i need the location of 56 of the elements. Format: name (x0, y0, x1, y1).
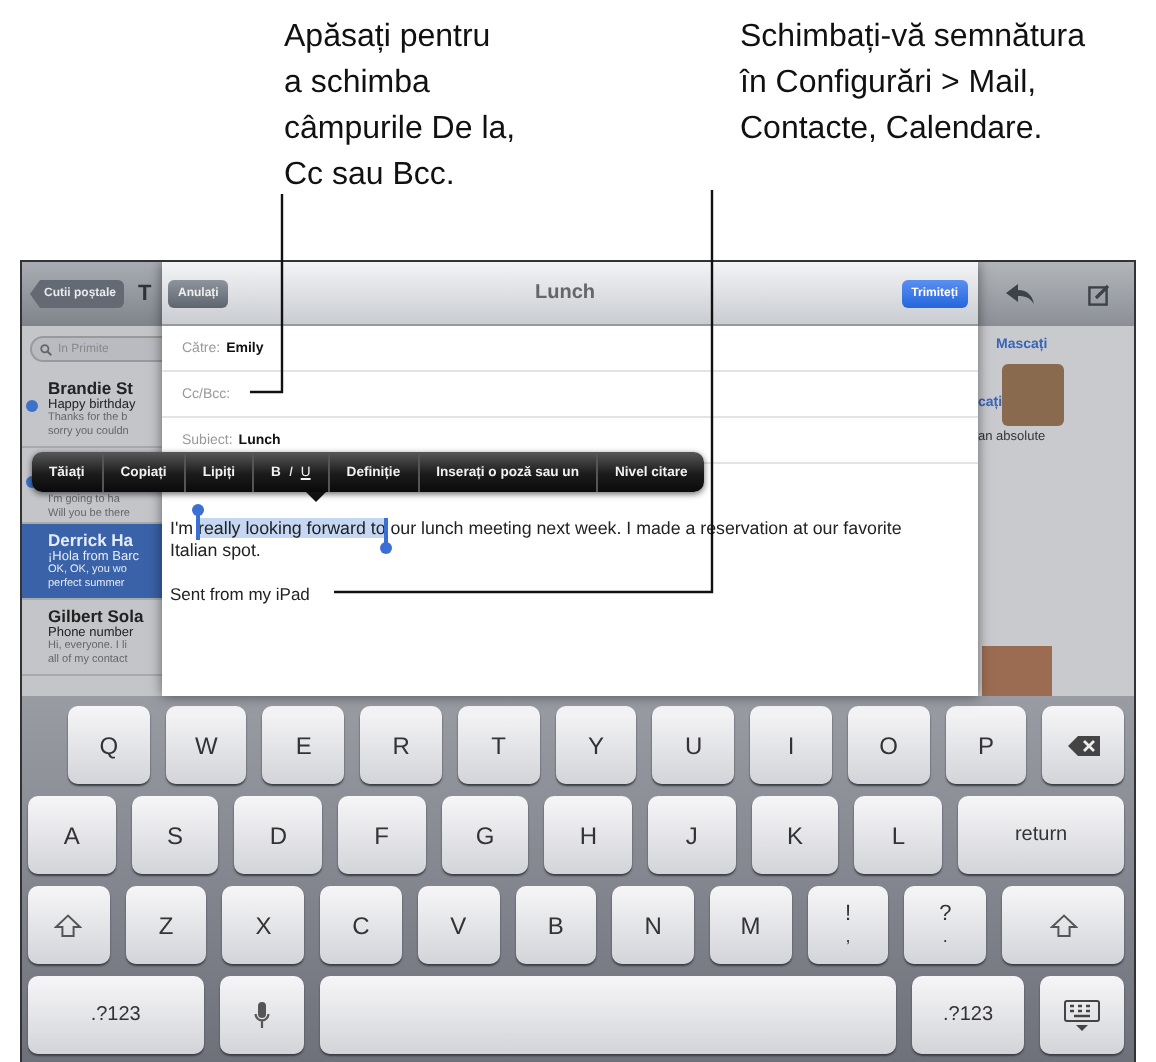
key[interactable]: H (544, 796, 633, 874)
callout-text: Apăsați pentru a schimba câmpurile De la, Cc sau Bcc. (284, 18, 518, 196)
key[interactable]: I (750, 706, 832, 784)
key[interactable]: O (847, 706, 930, 784)
numbers-key[interactable]: .?123 (28, 976, 204, 1054)
key[interactable]: D (234, 796, 323, 874)
key[interactable]: G (441, 796, 529, 874)
message-sender: Gilbert Sola (48, 606, 146, 626)
key[interactable]: A (28, 796, 116, 874)
selection-handle-icon[interactable] (196, 510, 201, 540)
key[interactable]: U (652, 706, 735, 784)
key[interactable]: X (222, 886, 305, 964)
key[interactable]: N (612, 886, 694, 964)
search-icon (40, 343, 52, 355)
hide-keyboard-key[interactable] (1040, 976, 1124, 1054)
dictation-key[interactable] (219, 976, 304, 1054)
key[interactable]: Q (68, 706, 150, 784)
key[interactable]: Y (555, 706, 637, 784)
key[interactable]: R (360, 706, 442, 784)
return-key[interactable]: return (958, 796, 1125, 874)
selection-handle-icon[interactable] (383, 518, 388, 548)
backspace-key[interactable] (1042, 706, 1125, 784)
key[interactable]: Z (125, 886, 207, 964)
key[interactable]: L (854, 796, 943, 874)
microphone-icon (253, 1001, 270, 1029)
shift-icon (54, 913, 83, 937)
compose-icon[interactable] (1088, 283, 1111, 305)
photo-placeholder (982, 646, 1052, 696)
photo-placeholder (1002, 364, 1064, 426)
key[interactable]: W (165, 706, 247, 784)
backspace-icon (1067, 735, 1100, 755)
key[interactable]: ? . (904, 886, 987, 964)
callout-text: Schimbați-vă semnătura în Configurări > Mail, Contacte, Calendare. (740, 18, 1086, 150)
shift-icon (1049, 913, 1078, 937)
key[interactable]: T (457, 706, 540, 784)
message-sender: Brandie St (48, 378, 136, 398)
key[interactable]: C (320, 886, 402, 964)
key[interactable]: K (751, 796, 839, 874)
numbers-key[interactable]: .?123 (911, 976, 1025, 1054)
key[interactable]: B (515, 886, 597, 964)
key[interactable]: S (131, 796, 219, 874)
keyboard-hide-icon (1064, 999, 1101, 1031)
key[interactable]: E (262, 706, 345, 784)
compose-title: Lunch (535, 282, 595, 304)
reply-icon[interactable] (1005, 284, 1034, 304)
list-title: T (138, 282, 152, 306)
message-sender: Derrick Ha (48, 530, 136, 550)
key[interactable]: ! , (807, 886, 889, 964)
key[interactable]: F (338, 796, 426, 874)
signature-text: Sent from my iPad (170, 584, 310, 604)
key[interactable]: V (417, 886, 500, 964)
shift-key[interactable] (1002, 886, 1125, 964)
key[interactable]: M (709, 886, 792, 964)
key[interactable]: P (945, 706, 1027, 784)
shift-key[interactable] (28, 886, 110, 964)
key[interactable]: J (648, 796, 736, 874)
